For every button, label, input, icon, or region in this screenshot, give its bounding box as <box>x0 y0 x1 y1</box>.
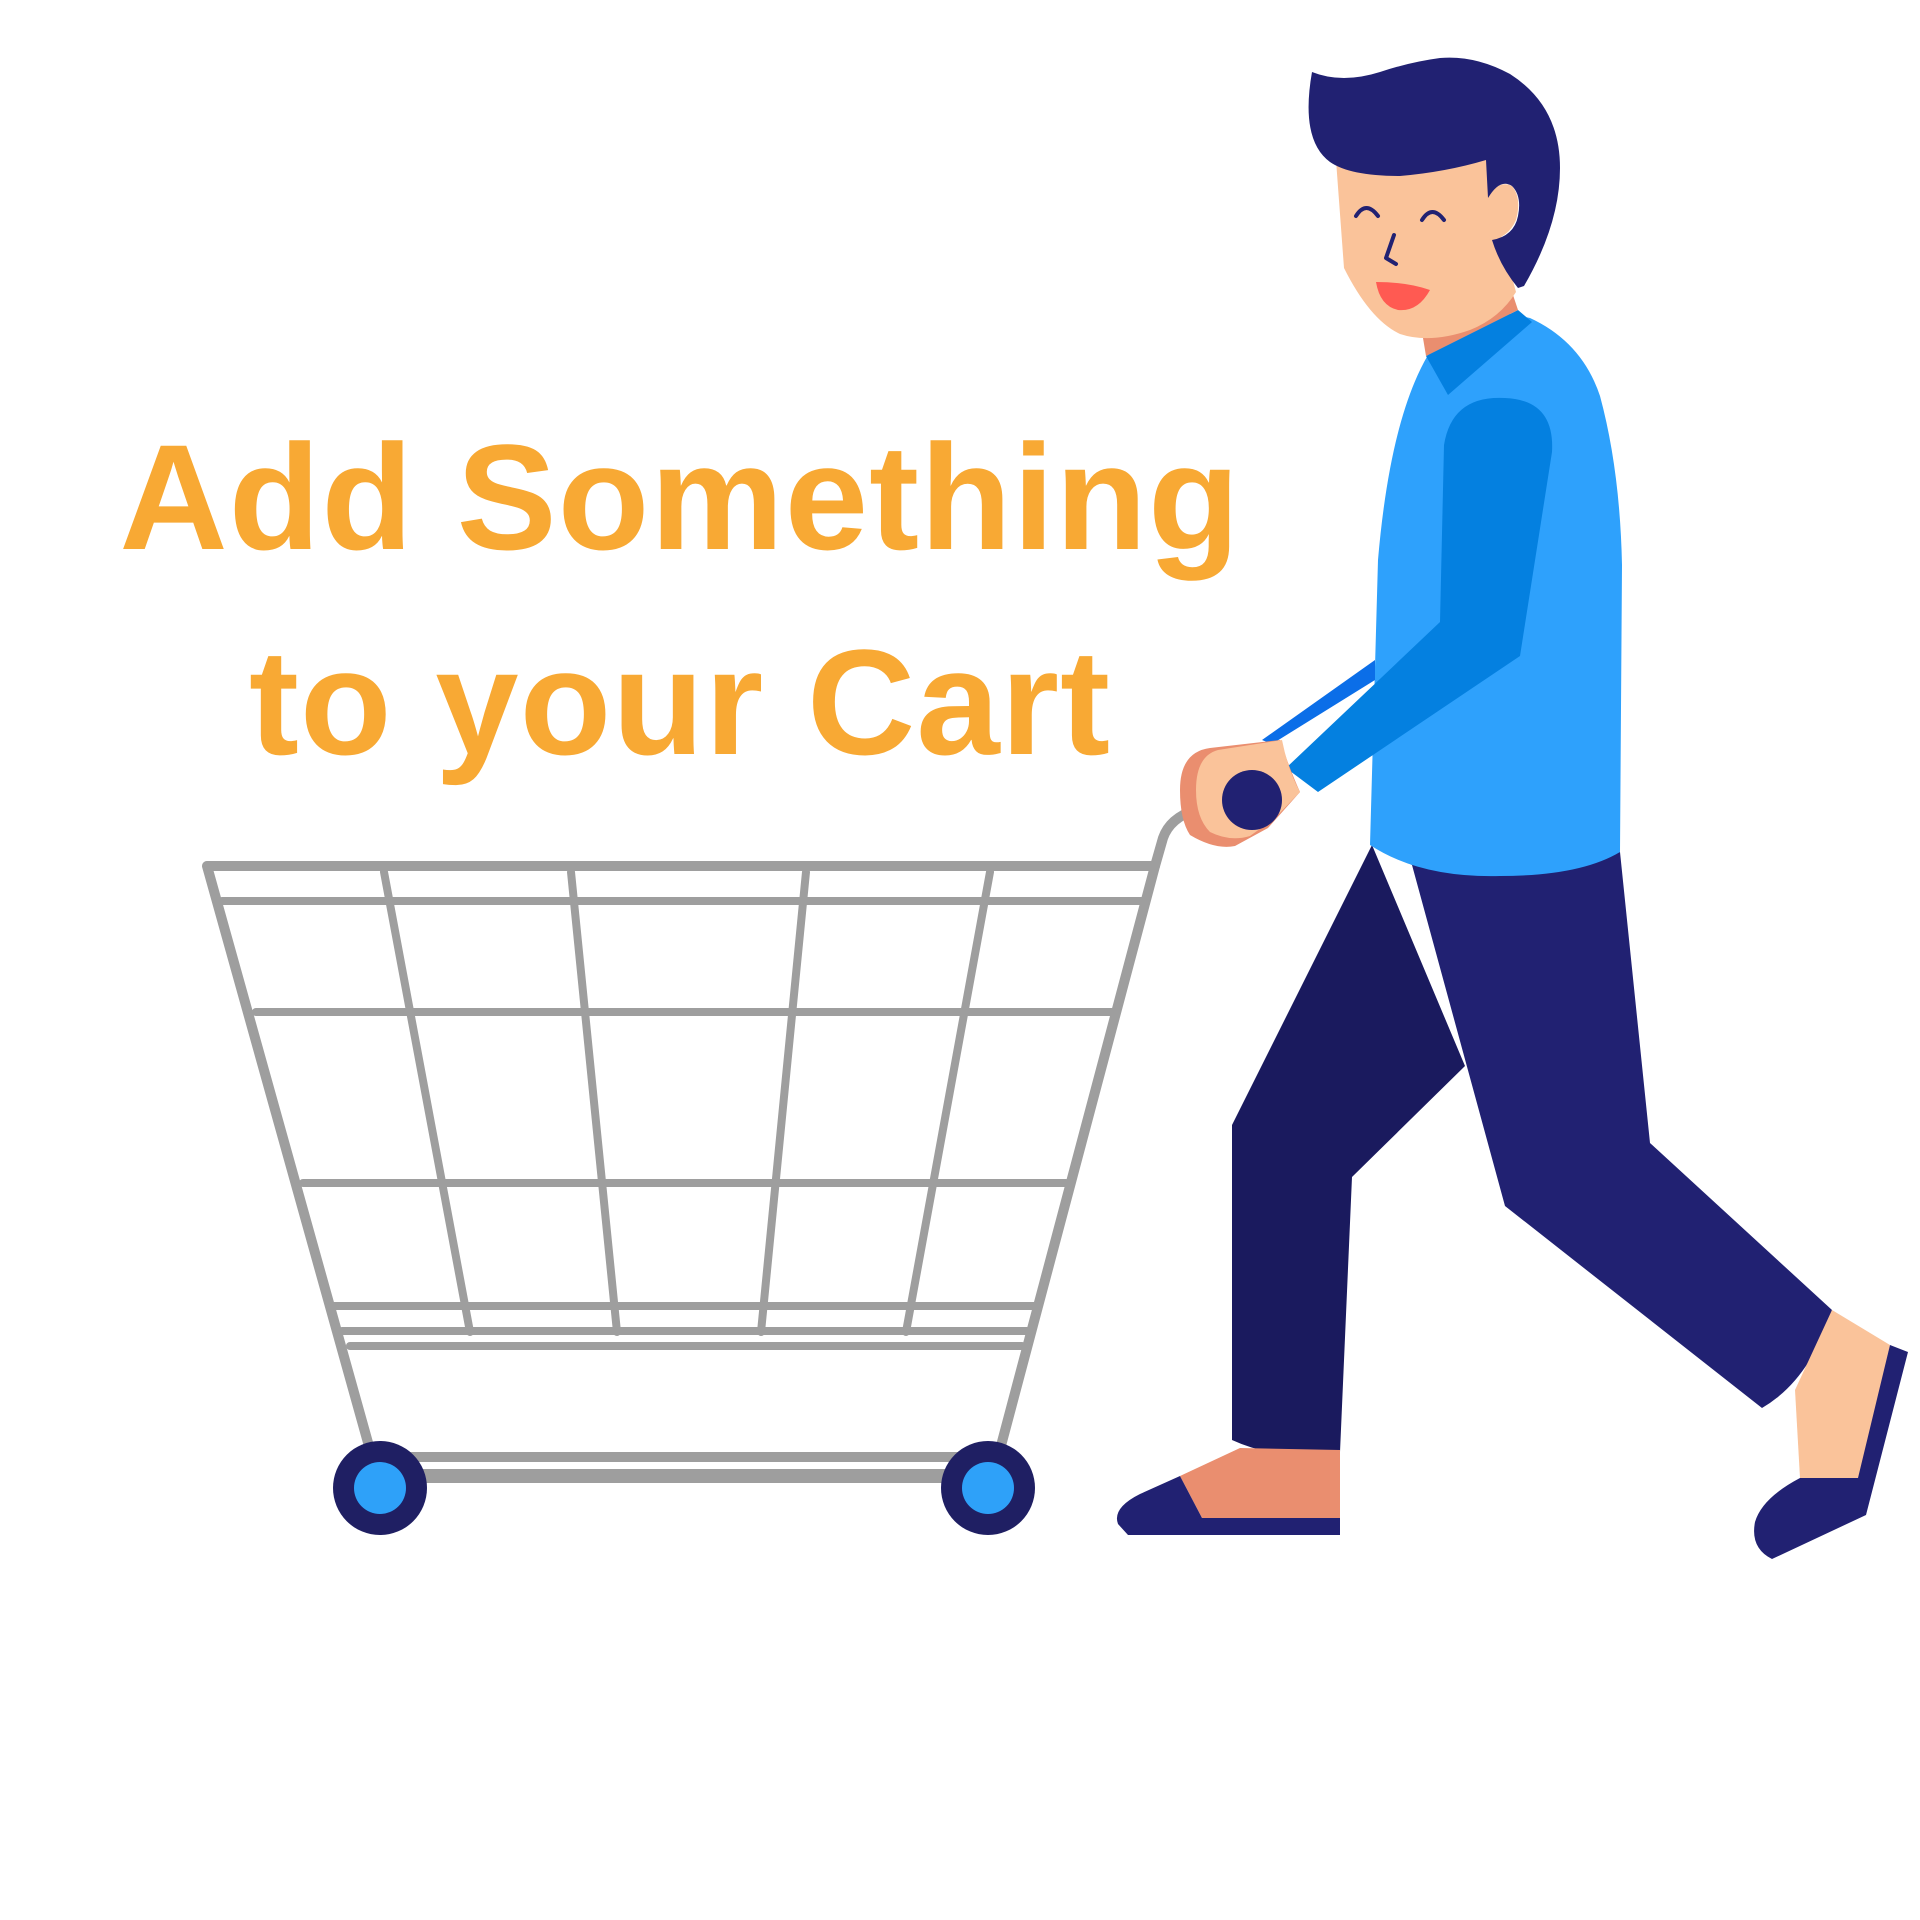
cart-wheel-right <box>941 1441 1035 1535</box>
empty-cart-line-1: Add Something <box>119 413 1241 581</box>
back-shoe <box>1180 1448 1340 1518</box>
back-leg <box>1232 845 1465 1456</box>
cart-basket-frame <box>202 861 1160 1462</box>
cart-wheel-left <box>333 1441 427 1535</box>
cart-vertical-rails <box>380 868 994 1336</box>
cart-horizontal-rails <box>218 897 1146 1350</box>
shopper-figure <box>1116 57 1908 1559</box>
front-leg <box>1372 845 1832 1408</box>
empty-cart-line-2: to your Cart <box>248 618 1112 786</box>
shopping-cart-icon <box>202 793 1250 1483</box>
shopping-illustration <box>202 57 1908 1559</box>
empty-cart-message: Add Something to your Cart <box>100 395 1260 805</box>
